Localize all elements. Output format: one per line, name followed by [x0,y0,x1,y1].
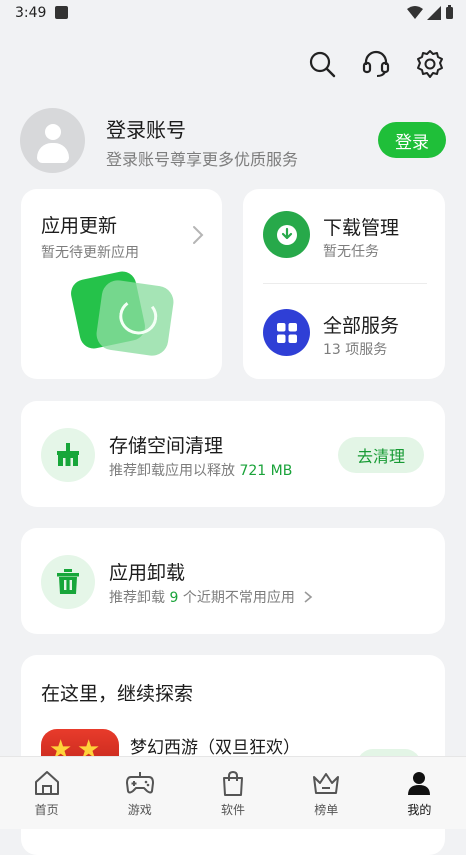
app-uninstall-title: 应用卸载 [109,562,186,584]
signal-icon [427,5,441,20]
person-icon [408,772,431,795]
storage-size-value: 721 MB [239,463,293,479]
all-services-title: 全部服务 [323,315,400,337]
nav-rankings[interactable]: 榜单 [280,757,373,829]
status-time: 3:49 [15,5,47,21]
headset-icon[interactable] [360,48,392,80]
chevron-right-icon [193,226,204,244]
login-title[interactable]: 登录账号 [106,114,186,143]
trash-icon [41,555,95,609]
gamepad-icon [125,772,154,794]
nav-mine[interactable]: 我的 [373,757,466,829]
wifi-icon [407,5,423,19]
nav-home[interactable]: 首页 [0,757,93,829]
header-actions [306,48,446,80]
app-update-subtitle: 暂无待更新应用 [41,245,139,261]
divider [263,283,427,284]
storage-cleanup-card[interactable]: 存储空间清理 推荐卸载应用以释放 721 MB 去清理 [21,401,445,507]
illustration-front-card [94,278,176,358]
explore-title: 在这里，继续探索 [41,683,194,705]
avatar-body-shape [37,143,69,163]
all-services-subtitle: 13 项服务 [323,342,388,358]
nav-games[interactable]: 游戏 [93,757,186,829]
nav-rankings-label: 榜单 [314,803,339,817]
avatar-head-shape [45,124,61,140]
nav-mine-label: 我的 [407,803,432,817]
avatar[interactable] [20,108,85,173]
chevron-right-icon [304,591,313,603]
nav-software[interactable]: 软件 [186,757,279,829]
download-icon [263,211,310,258]
notification-icon [55,6,68,19]
home-icon [34,771,59,795]
crown-icon [313,773,340,794]
game-app-name[interactable]: 梦幻西游（双旦狂欢） [130,733,300,758]
all-services-item[interactable]: 全部服务 13 项服务 [263,309,433,359]
battery-icon [446,5,453,19]
grid-apps-icon [263,309,310,356]
download-manager-title: 下载管理 [323,217,400,239]
login-button[interactable]: 登录 [378,122,446,158]
services-card: 下载管理 暂无任务 全部服务 13 项服务 [243,189,445,379]
nav-software-label: 软件 [221,803,246,817]
download-manager-item[interactable]: 下载管理 暂无任务 [263,211,433,261]
settings-gear-icon[interactable] [414,48,446,80]
app-update-title: 应用更新 [41,215,118,237]
bottom-nav: 首页 游戏 软件 榜单 我的 [0,756,466,829]
profile-section[interactable]: 登录账号 登录账号尊享更多优质服务 登录 [20,108,446,176]
app-update-card[interactable]: 应用更新 暂无待更新应用 [21,189,222,379]
app-uninstall-subtitle: 推荐卸载 9 个近期不常用应用 [109,587,313,607]
storage-cleanup-title: 存储空间清理 [109,435,224,457]
nav-home-label: 首页 [34,803,59,817]
update-illustration-icon [68,268,179,359]
shopping-bag-icon [223,770,243,796]
storage-cleanup-subtitle: 推荐卸载应用以释放 721 MB [109,463,293,479]
search-icon[interactable] [306,48,338,80]
login-subtitle: 登录账号尊享更多优质服务 [106,150,299,169]
clean-button[interactable]: 去清理 [338,437,424,473]
status-bar: 3:49 [0,0,466,28]
broom-clean-icon [41,428,95,482]
app-uninstall-card[interactable]: 应用卸载 推荐卸载 9 个近期不常用应用 [21,528,445,634]
nav-games-label: 游戏 [127,803,152,817]
download-manager-subtitle: 暂无任务 [323,244,379,260]
